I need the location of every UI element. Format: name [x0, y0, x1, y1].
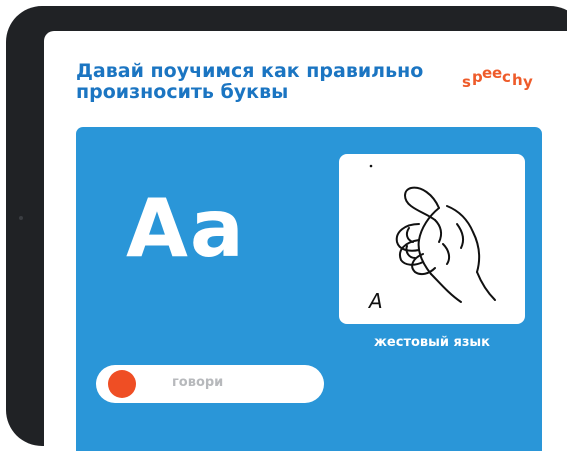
speak-button[interactable]: говори	[96, 365, 324, 403]
letter-display: Aa	[126, 182, 246, 275]
sign-letter-label: A	[367, 289, 383, 313]
letter-card: Aa A жестовый язык говори	[76, 127, 542, 451]
record-icon	[108, 370, 136, 398]
camera-icon	[19, 216, 23, 220]
sign-language-image: A	[339, 154, 525, 324]
page-title: Давай поучимся как правильно произносить…	[76, 60, 424, 103]
sign-language-caption: жестовый язык	[373, 335, 491, 350]
speak-button-label: говори	[172, 375, 224, 390]
hand-sign-icon: A	[367, 164, 496, 313]
tablet-frame: Давай поучимся как правильно произносить…	[6, 6, 567, 451]
app-screen: Давай поучимся как правильно произносить…	[44, 31, 567, 451]
speechy-logo: s p e e c h y	[462, 64, 533, 91]
